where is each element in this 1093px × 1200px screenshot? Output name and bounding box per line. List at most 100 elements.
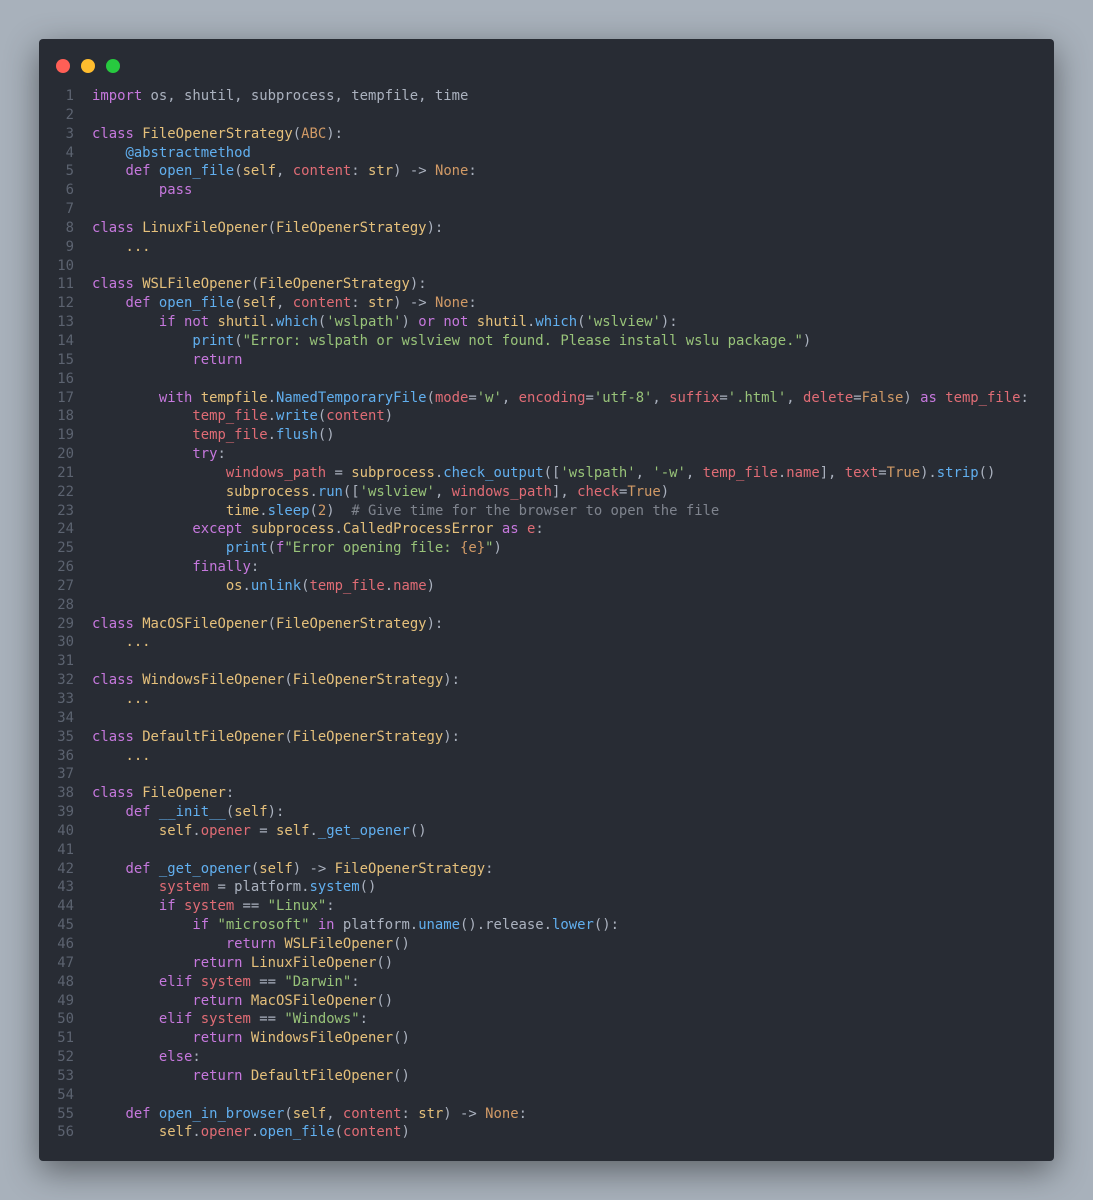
code-text: if "microsoft" in platform.uname().relea… <box>92 916 619 935</box>
code-token: str <box>368 295 394 312</box>
line-number: 6 <box>65 182 74 199</box>
line-number: 32 <box>57 672 74 689</box>
code-text: elif system == "Darwin": <box>92 973 360 992</box>
code-token: () <box>393 1067 410 1084</box>
code-line: 40 self.opener = self._get_opener() <box>39 822 1054 841</box>
code-token: () <box>409 822 427 839</box>
code-token: uname <box>418 917 461 934</box>
code-token: FileOpenerStrategy <box>292 728 444 745</box>
code-text: def open_in_browser(self, content: str) … <box>92 1105 527 1124</box>
code-token: (): <box>593 917 619 934</box>
code-token: content <box>342 1105 402 1122</box>
code-text: class LinuxFileOpener(FileOpenerStrategy… <box>92 219 443 238</box>
code-token: ... <box>125 691 151 707</box>
code-text: print(f"Error opening file: {e}") <box>92 539 502 558</box>
code-token: subprocess <box>351 464 435 481</box>
code-token: def <box>125 163 159 180</box>
code-token: DefaultFileOpener <box>250 1067 394 1084</box>
code-line: 20 try: <box>39 445 1054 464</box>
code-token: ( <box>234 295 243 312</box>
code-line: 53 return DefaultFileOpener() <box>39 1067 1054 1086</box>
code-line: 32 class WindowsFileOpener(FileOpenerStra… <box>39 671 1054 690</box>
code-token: : <box>250 559 260 576</box>
code-token: ) <box>802 332 812 349</box>
code-editor[interactable]: 1 import os, shutil, subprocess, tempfile… <box>39 87 1054 1142</box>
code-token: self <box>158 1124 193 1141</box>
code-line: 36 ... <box>39 747 1054 766</box>
code-token: , <box>434 483 452 500</box>
code-line: 29 class MacOSFileOpener(FileOpenerStrate… <box>39 615 1054 634</box>
code-token: ): <box>443 672 461 689</box>
code-token: True <box>627 483 661 500</box>
code-token: ): <box>426 219 444 236</box>
code-token: or not <box>418 314 477 331</box>
code-token: system <box>309 879 360 896</box>
maximize-button[interactable] <box>106 59 120 73</box>
code-line: 4 @abstractmethod <box>39 144 1054 163</box>
code-token: check_output <box>443 464 544 481</box>
line-number: 39 <box>57 804 74 821</box>
code-line: 19 temp_file.flush() <box>39 426 1054 445</box>
code-token: . <box>334 521 343 538</box>
code-line: 13 if not shutil.which('wslpath') or not… <box>39 313 1054 332</box>
code-line: 26 finally: <box>39 558 1054 577</box>
code-line: 49 return MacOSFileOpener() <box>39 992 1054 1011</box>
code-text: finally: <box>92 558 259 577</box>
code-line: 35 class DefaultFileOpener(FileOpenerStra… <box>39 728 1054 747</box>
code-token: : <box>468 163 477 180</box>
line-number: 48 <box>57 973 74 990</box>
code-text: ... <box>92 633 150 652</box>
code-token: 'wslpath' <box>560 464 636 481</box>
code-token: . <box>309 822 318 839</box>
line-number: 43 <box>57 879 74 896</box>
line-number: 44 <box>57 898 74 915</box>
code-token: ( <box>267 615 277 632</box>
minimize-button[interactable] <box>81 59 95 73</box>
line-number: 13 <box>57 314 74 331</box>
code-token: 'utf-8' <box>593 389 653 406</box>
line-number: 55 <box>57 1105 74 1122</box>
code-token: : <box>225 785 235 802</box>
code-line: 39 def __init__(self): <box>39 803 1054 822</box>
code-token: ( <box>267 540 277 557</box>
code-token: "Darwin" <box>284 973 352 990</box>
code-token: system <box>200 1011 251 1028</box>
code-text: return WSLFileOpener() <box>92 935 410 954</box>
code-token: self <box>259 860 293 877</box>
code-token: ): <box>426 615 444 632</box>
line-number: 25 <box>57 540 74 557</box>
line-number: 15 <box>57 351 74 368</box>
code-token: ], <box>552 483 578 500</box>
code-token: return <box>192 351 243 368</box>
code-token: import <box>92 88 143 104</box>
code-token: None <box>434 295 469 312</box>
code-token: "microsoft" <box>217 917 310 934</box>
code-line: 1 import os, shutil, subprocess, tempfile… <box>39 87 1054 106</box>
line-number: 20 <box>57 446 74 463</box>
code-token: ], <box>819 464 845 481</box>
line-number: 19 <box>57 427 74 444</box>
code-token: in <box>309 917 343 934</box>
code-token: ). <box>920 464 937 481</box>
close-button[interactable] <box>56 59 70 73</box>
code-token: "Error: wslpath or wslview not found. Pl… <box>242 332 803 349</box>
code-token: temp_file <box>945 389 1021 406</box>
code-token: . <box>259 502 268 519</box>
code-token: : <box>351 163 369 180</box>
code-token: ) <box>384 408 394 425</box>
code-token: _get_opener <box>317 822 410 839</box>
line-number: 31 <box>57 653 74 670</box>
code-token: class <box>92 672 143 689</box>
code-line: 9 ... <box>39 238 1054 257</box>
code-line: 42 def _get_opener(self) -> FileOpenerSt… <box>39 860 1054 879</box>
code-line: 50 elif system == "Windows": <box>39 1010 1054 1029</box>
